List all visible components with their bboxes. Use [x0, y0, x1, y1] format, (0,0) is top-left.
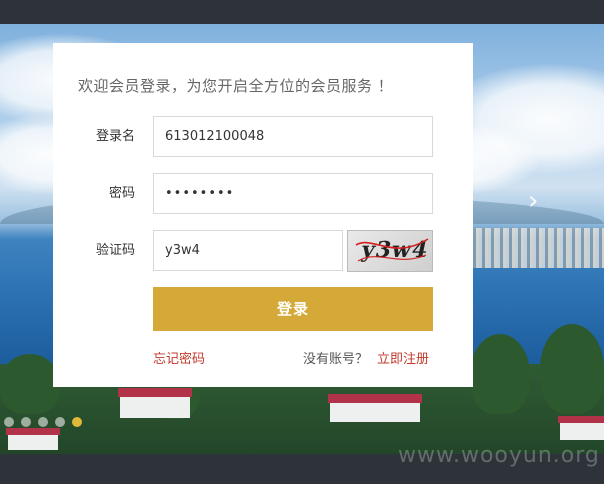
carousel-dots	[4, 417, 82, 427]
login-panel: 欢迎会员登录，为您开启全方位的会员服务 ！ 登录名 613012100048 密…	[53, 43, 473, 387]
carousel-dot-active[interactable]	[72, 417, 82, 427]
forgot-password-link[interactable]: 忘记密码	[153, 348, 205, 367]
username-input[interactable]: 613012100048	[153, 116, 433, 157]
top-bar	[0, 0, 604, 24]
carousel-dot[interactable]	[38, 417, 48, 427]
register-link[interactable]: 立即注册	[377, 348, 429, 367]
carousel-dot[interactable]	[4, 417, 14, 427]
welcome-text: 欢迎会员登录，为您开启全方位的会员服务 ！	[78, 77, 394, 95]
captcha-input[interactable]: y3w4	[153, 230, 343, 271]
captcha-image[interactable]: y3w4	[347, 230, 433, 272]
password-input[interactable]: ••••••••	[153, 173, 433, 214]
carousel-dot[interactable]	[21, 417, 31, 427]
watermark-text: www.wooyun.org	[398, 443, 600, 468]
captcha-label: 验证码	[95, 243, 135, 258]
carousel-dot[interactable]	[55, 417, 65, 427]
captcha-noise-lines	[355, 238, 429, 262]
carousel-next-arrow[interactable]: ›	[528, 188, 538, 214]
password-label: 密码	[108, 186, 135, 201]
no-account-text: 没有账号？	[303, 352, 369, 367]
login-button[interactable]: 登录	[153, 287, 433, 331]
username-label: 登录名	[95, 129, 135, 144]
